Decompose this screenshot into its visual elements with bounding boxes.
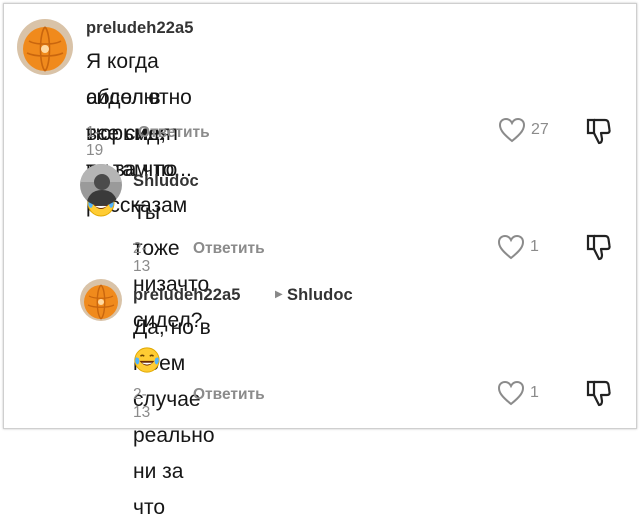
- thumbs-down-icon: [586, 234, 611, 261]
- reply-button[interactable]: Ответить: [138, 124, 210, 142]
- thumbs-down-icon: [586, 380, 611, 407]
- avatar[interactable]: [80, 279, 122, 321]
- like-button[interactable]: 1: [497, 234, 539, 260]
- tangerine-avatar-icon: [80, 279, 122, 321]
- like-count: 1: [530, 384, 539, 401]
- username[interactable]: preludeh22a5: [86, 19, 194, 38]
- reply-button[interactable]: Ответить: [193, 240, 265, 258]
- laughing-tears-emoji-icon: [133, 346, 161, 379]
- user-photo-avatar-icon: [80, 164, 122, 206]
- like-count: 1: [530, 238, 539, 255]
- like-count: 27: [531, 121, 549, 138]
- dislike-button[interactable]: [583, 232, 613, 267]
- dislike-button[interactable]: [583, 116, 613, 151]
- like-button[interactable]: 27: [498, 117, 549, 143]
- tangerine-avatar-icon: [17, 19, 73, 75]
- like-button[interactable]: 1: [497, 380, 539, 406]
- username[interactable]: preludeh22a5: [133, 286, 241, 305]
- heart-icon: [498, 117, 526, 143]
- comment-date: 2-13: [133, 386, 151, 421]
- dislike-button[interactable]: [583, 378, 613, 413]
- username[interactable]: Shludoc: [133, 172, 199, 191]
- reply-arrow-icon: ▶: [275, 289, 283, 300]
- avatar[interactable]: [17, 19, 73, 75]
- reply-to-username[interactable]: Shludoc: [287, 286, 353, 305]
- reply-button[interactable]: Ответить: [193, 386, 265, 404]
- heart-icon: [497, 234, 525, 260]
- avatar[interactable]: [80, 164, 122, 206]
- comment-date: 2-13: [133, 240, 151, 275]
- thumbs-down-icon: [586, 118, 611, 145]
- heart-icon: [497, 380, 525, 406]
- comment-date: 1-19: [86, 124, 104, 159]
